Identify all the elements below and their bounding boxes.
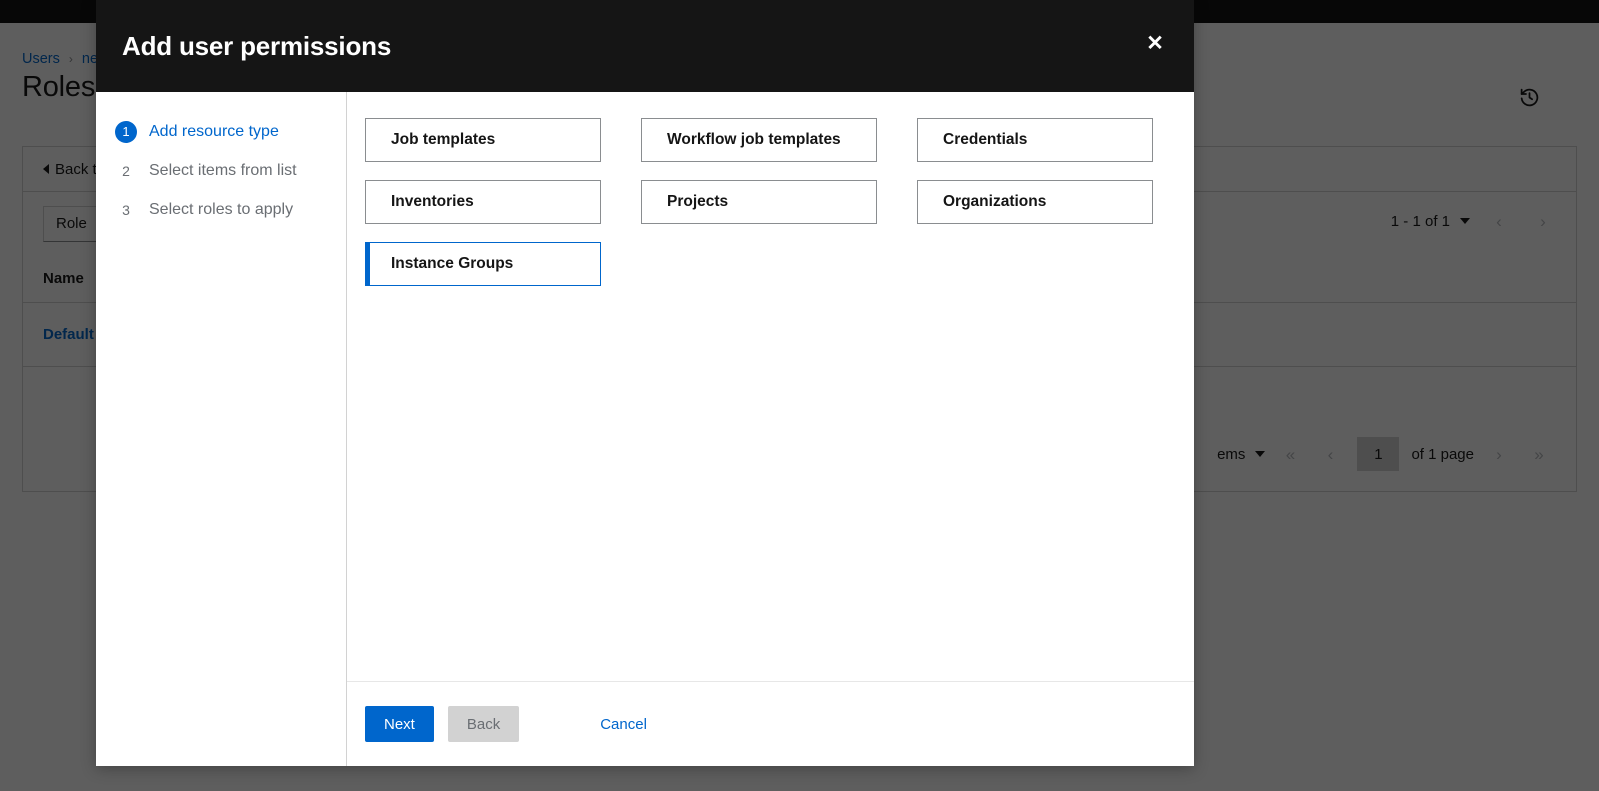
cancel-button[interactable]: Cancel	[581, 716, 666, 733]
resource-card-credentials[interactable]: Credentials	[917, 118, 1153, 162]
modal-footer: Next Back Cancel	[347, 681, 1194, 766]
step-number-badge: 3	[122, 201, 130, 218]
resource-card-workflow-job-templates[interactable]: Workflow job templates	[641, 118, 877, 162]
wizard-step-select-items[interactable]: 2 Select items from list	[96, 151, 346, 190]
resource-card-instance-groups[interactable]: Instance Groups	[365, 242, 601, 286]
wizard-main-panel: Job templates Workflow job templates Cre…	[347, 92, 1194, 766]
modal-body: 1 Add resource type 2 Select items from …	[96, 92, 1194, 766]
wizard-step-add-resource-type[interactable]: 1 Add resource type	[96, 112, 346, 151]
resource-card-inventories[interactable]: Inventories	[365, 180, 601, 224]
next-button[interactable]: Next	[365, 706, 434, 742]
modal-header: Add user permissions ✕	[96, 0, 1194, 92]
wizard-step-select-roles[interactable]: 3 Select roles to apply	[96, 190, 346, 229]
step-label: Add resource type	[149, 122, 279, 140]
add-user-permissions-modal: Add user permissions ✕ 1 Add resource ty…	[96, 0, 1194, 766]
step-label: Select roles to apply	[149, 200, 294, 218]
resource-card-job-templates[interactable]: Job templates	[365, 118, 601, 162]
resource-card-projects[interactable]: Projects	[641, 180, 877, 224]
step-number-badge: 1	[115, 120, 137, 143]
close-icon[interactable]: ✕	[1138, 26, 1172, 60]
wizard-steps-nav: 1 Add resource type 2 Select items from …	[96, 92, 347, 766]
resource-type-area: Job templates Workflow job templates Cre…	[347, 92, 1194, 681]
back-button[interactable]: Back	[447, 706, 520, 742]
step-label: Select items from list	[149, 161, 297, 179]
resource-card-organizations[interactable]: Organizations	[917, 180, 1153, 224]
modal-title: Add user permissions	[122, 31, 392, 61]
step-number-badge: 2	[122, 162, 130, 179]
resource-type-grid: Job templates Workflow job templates Cre…	[365, 118, 1194, 286]
